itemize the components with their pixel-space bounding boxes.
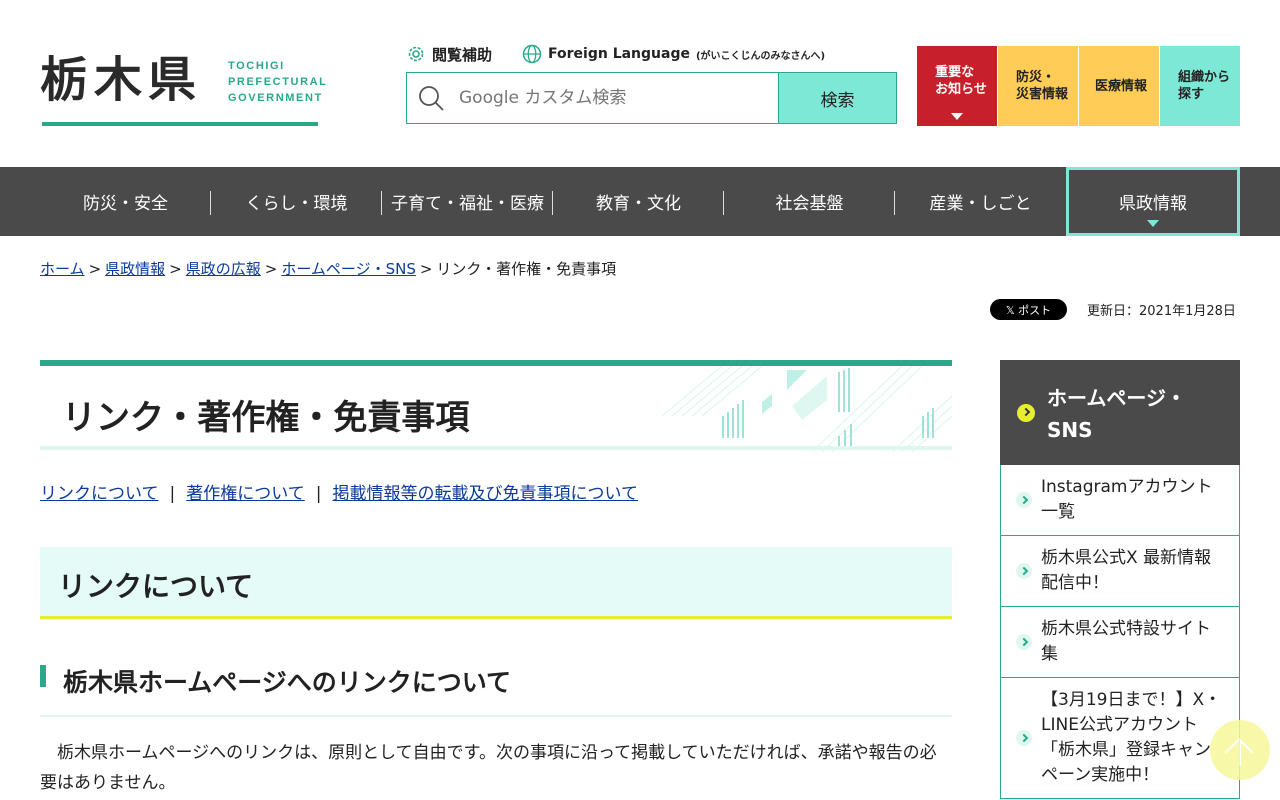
page-title-block: リンク・著作権・免責事項 [40, 360, 952, 452]
triangle-down-icon [951, 113, 963, 120]
subsection-heading-text: 栃木県ホームページへのリンクについて [63, 668, 512, 697]
quick-link-label: 医療情報 [1094, 78, 1147, 94]
important-notice-button[interactable]: 重要な お知らせ [917, 46, 997, 126]
page-title: リンク・著作権・免責事項 [62, 398, 470, 438]
globe-icon [522, 44, 542, 64]
body-paragraph: 栃木県ホームページへのリンクは、原則として自由です。次の事項に沿って掲載していた… [40, 743, 937, 793]
breadcrumb-link-homepage-sns[interactable]: ホームページ・SNS [281, 260, 416, 278]
foreign-language-label: Foreign Language [548, 46, 690, 62]
browsing-assist-label: 閲覧補助 [432, 45, 493, 64]
sidebar-heading-text: ホームページ・ SNS [1047, 386, 1186, 442]
nav-item-childcare-welfare-medical[interactable]: 子育て・福祉・医療 [382, 167, 553, 236]
search-button[interactable]: 検索 [778, 72, 897, 124]
nav-item-infrastructure[interactable]: 社会基盤 [724, 167, 895, 236]
global-nav: 防災・安全 くらし・環境 子育て・福祉・医療 教育・文化 社会基盤 産業・しごと… [0, 167, 1280, 236]
nav-item-education-culture[interactable]: 教育・文化 [553, 167, 724, 236]
section-heading-text: リンクについて [58, 570, 254, 603]
sidebar-item-label: 栃木県公式特設サイト集 [1041, 619, 1211, 664]
back-to-top-button[interactable] [1210, 720, 1270, 780]
sidebar-item-x-official[interactable]: 栃木県公式X 最新情報配信中！ [1000, 536, 1240, 607]
disaster-info-button[interactable]: 防災・ 災害情報 [998, 46, 1078, 126]
quick-link-label: 重要な お知らせ [935, 65, 987, 97]
breadcrumb-link-pr[interactable]: 県政の広報 [186, 260, 261, 278]
breadcrumb-separator: > [419, 260, 433, 278]
breadcrumb-separator: > [88, 260, 102, 278]
nav-item-disaster-safety[interactable]: 防災・安全 [40, 167, 211, 236]
site-search: 検索 [406, 72, 897, 124]
chevron-right-icon [1016, 634, 1032, 650]
logo-en-line: PREFECTURAL [228, 76, 328, 88]
anchor-separator: | [315, 484, 322, 504]
nav-item-living-environment[interactable]: くらし・環境 [211, 167, 382, 236]
sidebar-item-label: 栃木県公式X 最新情報配信中！ [1041, 548, 1212, 593]
site-logo[interactable]: 栃木県 TOCHIGI PREFECTURAL GOVERNMENT [40, 52, 326, 128]
logo-en-line: GOVERNMENT [228, 92, 323, 104]
foreign-language-button[interactable]: Foreign Language (がいこくじんのみなさんへ) [522, 44, 825, 64]
title-underline [40, 446, 952, 450]
chevron-right-icon [1017, 404, 1035, 422]
sidebar: ホームページ・ SNS Instagramアカウント一覧 栃木県公式X 最新情報… [1000, 360, 1240, 799]
chevron-right-icon [1016, 563, 1032, 579]
breadcrumb-separator: > [169, 260, 182, 278]
nav-item-prefectural-admin[interactable]: 県政情報 [1066, 167, 1240, 236]
anchor-link-copyright[interactable]: 著作権について [186, 484, 305, 504]
anchor-link-about-links[interactable]: リンクについて [40, 484, 159, 504]
anchor-link-disclaimer[interactable]: 掲載情報等の転載及び免責事項について [332, 484, 638, 504]
quick-link-label: 防災・ 災害情報 [1015, 70, 1068, 102]
foreign-language-sub: (がいこくじんのみなさんへ) [695, 50, 826, 62]
search-input[interactable] [459, 88, 759, 108]
breadcrumb-link-prefectural-admin[interactable]: 県政情報 [105, 260, 165, 278]
sidebar-heading[interactable]: ホームページ・ SNS [1000, 360, 1240, 465]
updated-date: 更新日：2021年1月28日 [1087, 304, 1236, 319]
x-post-button[interactable]: 𝕏 ポスト [990, 299, 1067, 320]
logo-underline [42, 122, 318, 126]
section-heading: リンクについて [40, 547, 952, 619]
anchor-separator: | [169, 484, 176, 504]
nav-item-industry-work[interactable]: 産業・しごと [895, 167, 1066, 236]
browsing-assist-button[interactable]: 閲覧補助 [406, 44, 492, 65]
sidebar-item-special-sites[interactable]: 栃木県公式特設サイト集 [1000, 607, 1240, 678]
logo-en-line: TOCHIGI [228, 60, 285, 72]
breadcrumb-link-home[interactable]: ホーム [40, 260, 85, 278]
sidebar-item-label: 【3月19日まで！】X・LINE公式アカウント「栃木県」登録キャンペーン実施中！ [1041, 690, 1222, 785]
find-by-organization-button[interactable]: 組織から 探す [1160, 46, 1240, 126]
quick-links: 重要な お知らせ 防災・ 災害情報 医療情報 組織から 探す [917, 46, 1241, 126]
nav-item-label: 県政情報 [1119, 194, 1187, 214]
sidebar-item-campaign[interactable]: 【3月19日まで！】X・LINE公式アカウント「栃木県」登録キャンペーン実施中！ [1000, 678, 1240, 799]
chevron-right-icon [1016, 492, 1032, 508]
gear-icon [408, 46, 424, 62]
chevron-right-icon [1016, 730, 1032, 746]
in-page-links: リンクについて | 著作権について | 掲載情報等の転載及び免責事項について [40, 479, 638, 504]
breadcrumb-current: リンク・著作権・免責事項 [436, 260, 617, 278]
breadcrumb-separator: > [264, 260, 278, 278]
subsection-heading: 栃木県ホームページへのリンクについて [40, 663, 952, 717]
logo-kanji: 栃木県 [40, 52, 203, 108]
header-tools: 閲覧補助 Foreign Language (がいこくじんのみなさんへ) [406, 42, 855, 66]
search-box [406, 72, 778, 124]
medical-info-button[interactable]: 医療情報 [1079, 46, 1159, 126]
quick-link-label: 組織から 探す [1177, 70, 1230, 102]
sidebar-item-label: Instagramアカウント一覧 [1041, 477, 1213, 522]
search-icon [419, 86, 444, 111]
sidebar-item-instagram[interactable]: Instagramアカウント一覧 [1000, 465, 1240, 536]
logo-english: TOCHIGI PREFECTURAL GOVERNMENT [228, 58, 328, 106]
triangle-down-icon [1147, 220, 1159, 227]
title-decoration [662, 366, 952, 452]
breadcrumb: ホーム > 県政情報 > 県政の広報 > ホームページ・SNS > リンク・著作権・免責事項 [40, 258, 616, 279]
